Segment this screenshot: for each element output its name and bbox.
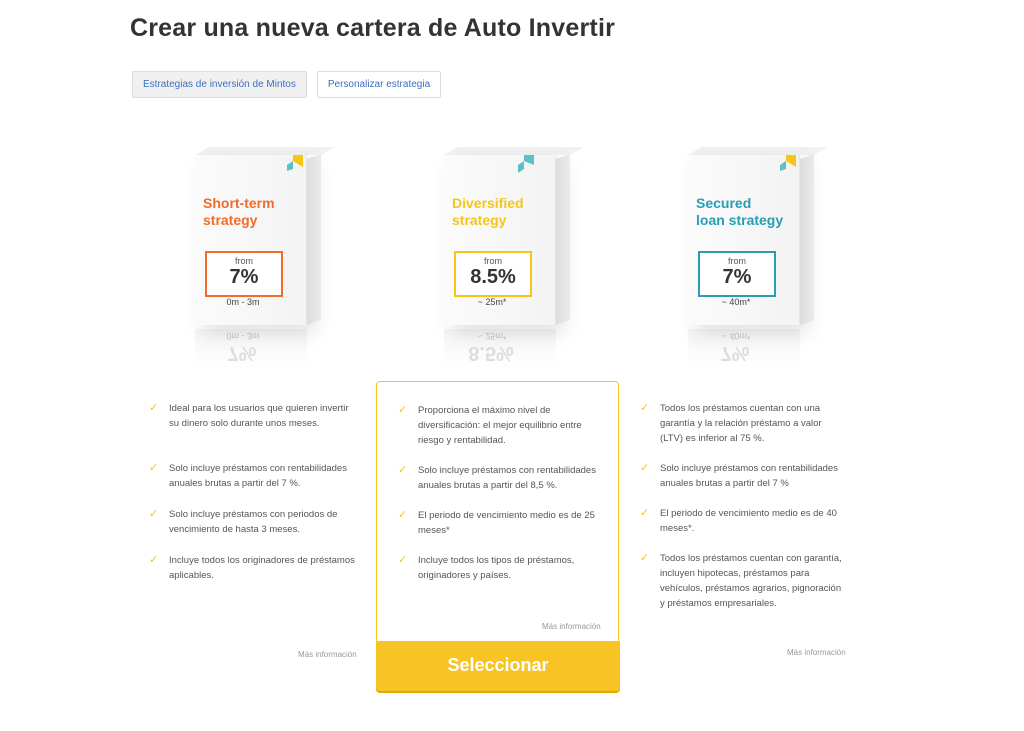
more-info-link[interactable]: Más información — [787, 648, 846, 657]
check-icon: ✓ — [640, 507, 650, 519]
strategy-diversified[interactable]: Diversified strategy from 8.5% ~ 25m* ~ 2… — [376, 135, 626, 375]
list-item: ✓ Solo incluye préstamos con periodos de … — [149, 508, 338, 535]
check-icon: ✓ — [398, 509, 408, 521]
feature-list: ✓ Todos los préstamos cuentan con una gar… — [640, 401, 845, 611]
check-icon: ✓ — [398, 464, 408, 476]
feature-list: ✓ Ideal para los usuarios que quieren inv… — [149, 401, 359, 583]
tab-custom-strategy[interactable]: Personalizar estrategia — [316, 71, 442, 98]
check-icon: ✓ — [149, 402, 159, 414]
rate-value: 8.5% — [470, 266, 516, 288]
list-item: ✓ Todos los préstamos cuentan con garantí… — [640, 552, 842, 609]
list-item: ✓ El periodo de vencimiento medio es de 4… — [640, 507, 837, 534]
check-icon: ✓ — [640, 462, 650, 474]
check-icon: ✓ — [149, 554, 159, 566]
list-item: ✓ Todos los préstamos cuentan con una gar… — [640, 402, 822, 444]
mintos-logo-icon — [287, 155, 303, 171]
page-title: Crear una nueva cartera de Auto Invertir — [130, 14, 616, 42]
strategy-box: Diversified strategy from 8.5% ~ 25m* — [444, 155, 556, 325]
strategy-box: Short-term strategy from 7% 0m - 3m — [195, 155, 307, 325]
box-title: Short-term strategy — [203, 195, 275, 228]
strategy-tabs: Estrategias de inversión de Mintos Perso… — [132, 71, 442, 98]
box-title: Diversified strategy — [452, 195, 524, 228]
box-reflection: 0m - 3m 7% — [195, 329, 307, 369]
strategy-box-image: Secured loan strategy from 7% ~ 40m* ~ 40… — [620, 135, 870, 375]
term-label: 0m - 3m — [226, 297, 260, 307]
check-icon: ✓ — [398, 554, 408, 566]
more-info-link[interactable]: Más información — [542, 622, 601, 631]
box-reflection: ~ 25m* 8.5% — [444, 329, 556, 369]
list-item: ✓ Solo incluye préstamos con rentabilidad… — [149, 462, 347, 489]
term-label: ~ 25m* — [477, 297, 507, 307]
mintos-logo-icon — [780, 155, 796, 171]
box-title: Secured loan strategy — [696, 195, 784, 228]
check-icon: ✓ — [149, 462, 159, 474]
more-info-link[interactable]: Más información — [298, 650, 357, 659]
list-item: ✓ Incluye todos los originadores de prést… — [149, 554, 355, 581]
list-item: ✓ Ideal para los usuarios que quieren inv… — [149, 402, 349, 429]
rate-frame: from 7% — [698, 251, 776, 297]
check-icon: ✓ — [640, 402, 650, 414]
strategy-box-image: Diversified strategy from 8.5% ~ 25m* ~ 2… — [376, 135, 626, 375]
mintos-logo-icon — [518, 155, 534, 173]
list-item: ✓ Solo incluye préstamos con rentabilidad… — [398, 464, 596, 491]
strategy-box-image: Short-term strategy from 7% 0m - 3m 0m - … — [127, 135, 377, 375]
strategy-box: Secured loan strategy from 7% ~ 40m* — [688, 155, 800, 325]
rate-value: 7% — [722, 266, 752, 288]
feature-list: ✓ Proporciona el máximo nivel de diversif… — [398, 403, 598, 583]
strategy-secured[interactable]: Secured loan strategy from 7% ~ 40m* ~ 40… — [620, 135, 870, 611]
term-label: ~ 40m* — [721, 297, 751, 307]
rate-value: 7% — [229, 266, 259, 288]
strategy-short-term[interactable]: Short-term strategy from 7% 0m - 3m 0m - … — [127, 135, 377, 583]
list-item: ✓ El periodo de vencimiento medio es de 2… — [398, 509, 595, 536]
check-icon: ✓ — [149, 508, 159, 520]
check-icon: ✓ — [398, 404, 408, 416]
list-item: ✓ Proporciona el máximo nivel de diversif… — [398, 404, 582, 446]
list-item: ✓ Incluye todos los tipos de préstamos, o… — [398, 554, 575, 581]
tab-mintos-strategies[interactable]: Estrategias de inversión de Mintos — [132, 71, 307, 98]
list-item: ✓ Solo incluye préstamos con rentabilidad… — [640, 462, 838, 489]
rate-frame: from 8.5% — [454, 251, 532, 297]
check-icon: ✓ — [640, 552, 650, 564]
box-reflection: ~ 40m* 7% — [688, 329, 800, 369]
select-button[interactable]: Seleccionar — [376, 641, 620, 691]
rate-frame: from 7% — [205, 251, 283, 297]
